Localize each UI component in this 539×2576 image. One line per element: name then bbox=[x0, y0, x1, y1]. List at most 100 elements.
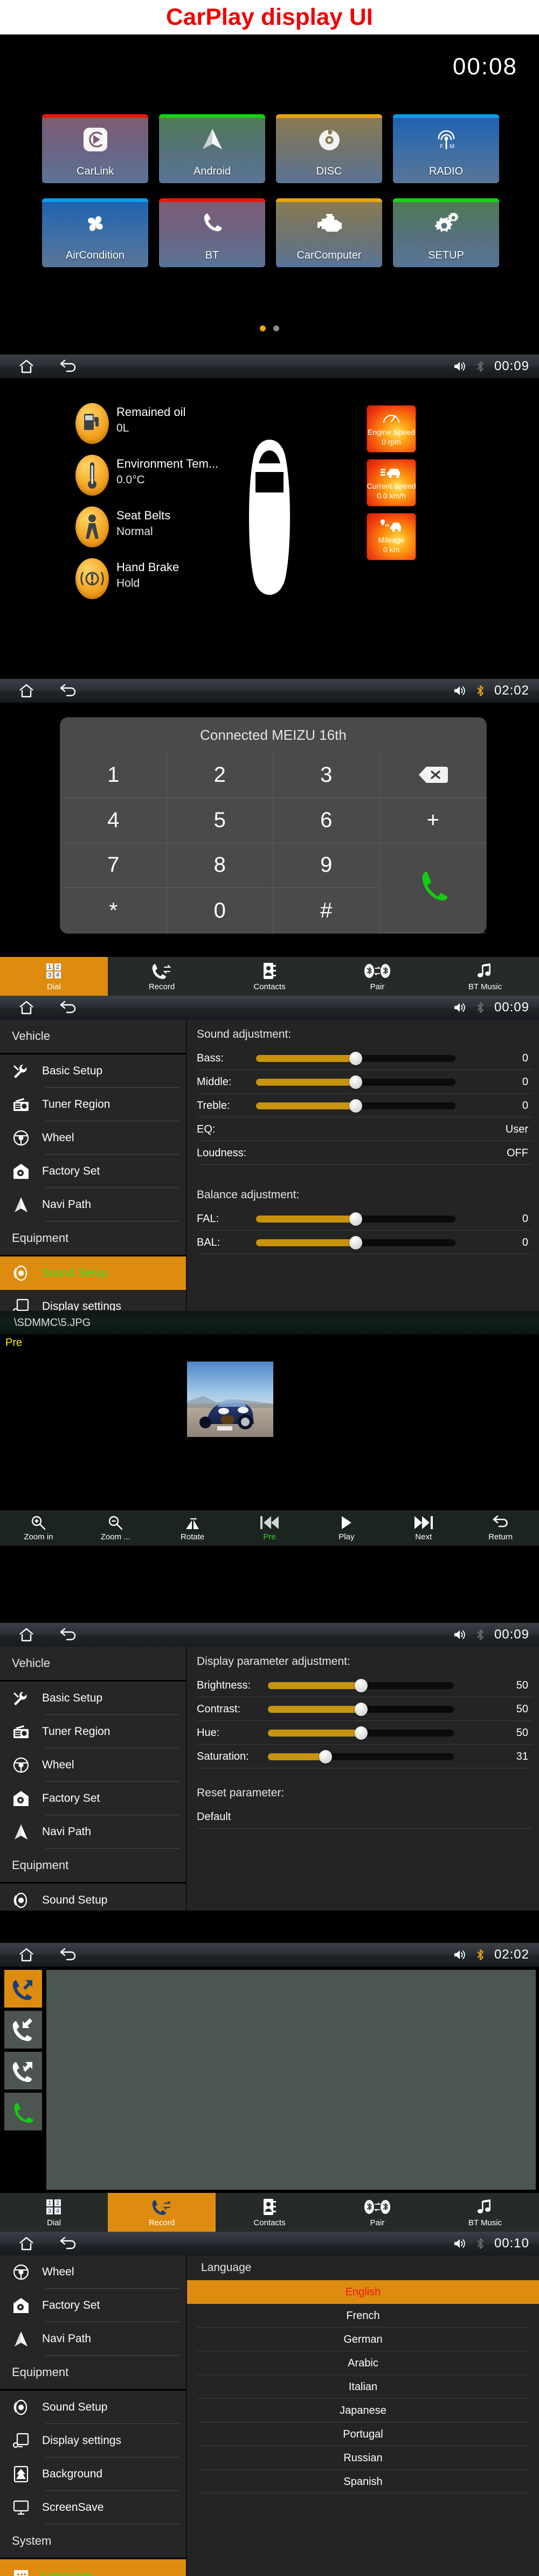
slider-middle[interactable]: Middle: 0 bbox=[197, 1070, 533, 1094]
language-option-russian[interactable]: Russian bbox=[187, 2446, 539, 2470]
home-icon[interactable] bbox=[18, 683, 34, 698]
volume-icon[interactable] bbox=[453, 2238, 466, 2249]
slider-track[interactable] bbox=[256, 1235, 455, 1249]
slider-treble[interactable]: Treble: 0 bbox=[197, 1094, 533, 1117]
bt-tab-pair[interactable]: Pair bbox=[323, 2193, 431, 2232]
back-icon[interactable] bbox=[59, 1001, 78, 1015]
sidebar-item-wheel[interactable]: Wheel bbox=[0, 1748, 186, 1782]
back-icon[interactable] bbox=[59, 1948, 78, 1962]
bluetooth-icon[interactable] bbox=[476, 1001, 485, 1014]
slider-track[interactable] bbox=[268, 1678, 454, 1692]
back-icon[interactable] bbox=[59, 2237, 78, 2251]
bt-tab-contacts[interactable]: Contacts bbox=[216, 957, 323, 996]
call-incoming-icon[interactable] bbox=[4, 2011, 42, 2049]
slider-knob[interactable] bbox=[349, 1235, 362, 1249]
dial-key-plus[interactable]: + bbox=[379, 798, 486, 843]
language-option-french[interactable]: French bbox=[187, 2304, 539, 2328]
home-icon[interactable] bbox=[18, 1627, 34, 1642]
bluetooth-icon[interactable] bbox=[476, 1628, 485, 1641]
language-option-portugal[interactable]: Portugal bbox=[187, 2422, 539, 2446]
sidebar-item-language[interactable]: Language bbox=[0, 2559, 186, 2576]
volume-icon[interactable] bbox=[453, 685, 466, 697]
row-reset-default[interactable]: Default bbox=[197, 1805, 533, 1829]
slider-track[interactable] bbox=[268, 1749, 454, 1763]
home-icon[interactable] bbox=[18, 1000, 34, 1015]
app-tile-carlink[interactable]: CarLink bbox=[42, 114, 148, 183]
sidebar-item-wheel[interactable]: Wheel bbox=[0, 1121, 186, 1155]
dial-key-hash[interactable]: # bbox=[273, 888, 380, 933]
slider-brightness[interactable]: Brightness: 50 bbox=[197, 1674, 533, 1697]
slider-contrast[interactable]: Contrast: 50 bbox=[197, 1697, 533, 1721]
language-option-english[interactable]: English bbox=[187, 2280, 539, 2304]
app-tile-disc[interactable]: DISC bbox=[276, 114, 382, 183]
photo-btn-zoom-out[interactable]: Zoom ... bbox=[77, 1510, 154, 1546]
call-outgoing-icon[interactable] bbox=[4, 1970, 42, 2008]
slider-saturation[interactable]: Saturation: 31 bbox=[197, 1745, 533, 1768]
sidebar-item-factory-set[interactable]: Factory Set bbox=[0, 1155, 186, 1188]
bluetooth-icon[interactable] bbox=[476, 2237, 485, 2250]
dial-key-2[interactable]: 2 bbox=[167, 753, 273, 798]
sidebar-item-display-settings[interactable]: Display settings bbox=[0, 2424, 186, 2457]
bt-tab-btmusic[interactable]: BT Music bbox=[431, 957, 539, 996]
slider-track[interactable] bbox=[268, 1702, 454, 1716]
slider-bass[interactable]: Bass: 0 bbox=[197, 1046, 533, 1070]
volume-icon[interactable] bbox=[453, 360, 466, 372]
slider-track[interactable] bbox=[256, 1212, 455, 1226]
row-eq[interactable]: EQ: User bbox=[197, 1117, 533, 1141]
bluetooth-icon[interactable] bbox=[476, 684, 485, 697]
photo-btn-pre[interactable]: Pre bbox=[231, 1510, 308, 1546]
call-missed-icon[interactable] bbox=[4, 2052, 42, 2089]
dial-key-8[interactable]: 8 bbox=[167, 843, 273, 888]
bt-tab-dial[interactable]: 1234 Dial bbox=[0, 2193, 108, 2232]
app-tile-android[interactable]: Android bbox=[159, 114, 265, 183]
bt-tab-record[interactable]: Record bbox=[108, 2193, 216, 2232]
slider-track[interactable] bbox=[256, 1075, 455, 1089]
slider-bal[interactable]: BAL: 0 bbox=[197, 1231, 533, 1254]
slider-track[interactable] bbox=[256, 1051, 455, 1065]
sidebar-item-sound-setup[interactable]: Sound Setup bbox=[0, 1256, 186, 1290]
slider-knob[interactable] bbox=[354, 1702, 368, 1716]
slider-knob[interactable] bbox=[349, 1212, 362, 1226]
dial-key-4[interactable]: 4 bbox=[60, 797, 167, 843]
back-icon[interactable] bbox=[59, 359, 78, 374]
photo-thumbnail[interactable] bbox=[187, 1362, 273, 1437]
app-tile-setup[interactable]: SETUP bbox=[393, 198, 499, 267]
dial-key-7[interactable]: 7 bbox=[60, 843, 167, 888]
bt-tab-dial[interactable]: 1234 Dial bbox=[0, 957, 108, 996]
dial-key-0[interactable]: 0 bbox=[167, 888, 273, 933]
sidebar-item-basic-setup[interactable]: Basic Setup bbox=[0, 1054, 186, 1088]
bluetooth-icon[interactable] bbox=[476, 1948, 485, 1961]
dial-key-3[interactable]: 3 bbox=[273, 753, 380, 798]
sidebar-item-wheel[interactable]: Wheel bbox=[0, 2255, 186, 2289]
sidebar-item-factory-set[interactable]: Factory Set bbox=[0, 1782, 186, 1815]
slider-track[interactable] bbox=[256, 1099, 455, 1113]
dial-key-9[interactable]: 9 bbox=[273, 843, 380, 888]
photo-btn-next[interactable]: Next bbox=[385, 1510, 462, 1546]
bt-tab-btmusic[interactable]: BT Music bbox=[431, 2193, 539, 2232]
back-icon[interactable] bbox=[59, 684, 78, 698]
bt-tab-pair[interactable]: Pair bbox=[323, 957, 431, 996]
sidebar-item-tuner-region[interactable]: Tuner Region bbox=[0, 1715, 186, 1748]
sidebar-item-sound-setup[interactable]: Sound Setup bbox=[0, 1884, 186, 1911]
dial-key-star[interactable]: * bbox=[60, 888, 167, 933]
language-option-german[interactable]: German bbox=[187, 2328, 539, 2351]
app-tile-bt[interactable]: BT bbox=[159, 198, 265, 267]
sidebar-item-factory-set[interactable]: Factory Set bbox=[0, 2289, 186, 2322]
backspace-icon[interactable] bbox=[379, 753, 486, 798]
bt-tab-record[interactable]: Record bbox=[108, 957, 216, 996]
sidebar-item-navi-path[interactable]: Navi Path bbox=[0, 1815, 186, 1849]
bt-tab-contacts[interactable]: Contacts bbox=[216, 2193, 323, 2232]
dial-key-1[interactable]: 1 bbox=[60, 753, 167, 798]
back-icon[interactable] bbox=[59, 1628, 78, 1642]
language-option-italian[interactable]: Italian bbox=[187, 2375, 539, 2399]
row-loudness[interactable]: Loudness: OFF bbox=[197, 1141, 533, 1165]
slider-knob[interactable] bbox=[354, 1726, 368, 1740]
slider-knob[interactable] bbox=[349, 1051, 362, 1065]
slider-knob[interactable] bbox=[319, 1749, 332, 1763]
photo-btn-return[interactable]: Return bbox=[462, 1510, 539, 1546]
page-dot-1[interactable] bbox=[260, 325, 266, 331]
slider-knob[interactable] bbox=[349, 1075, 362, 1089]
sidebar-item-navi-path[interactable]: Navi Path bbox=[0, 2322, 186, 2356]
call-record-list[interactable] bbox=[46, 1970, 536, 2190]
dial-key-6[interactable]: 6 bbox=[273, 797, 380, 843]
